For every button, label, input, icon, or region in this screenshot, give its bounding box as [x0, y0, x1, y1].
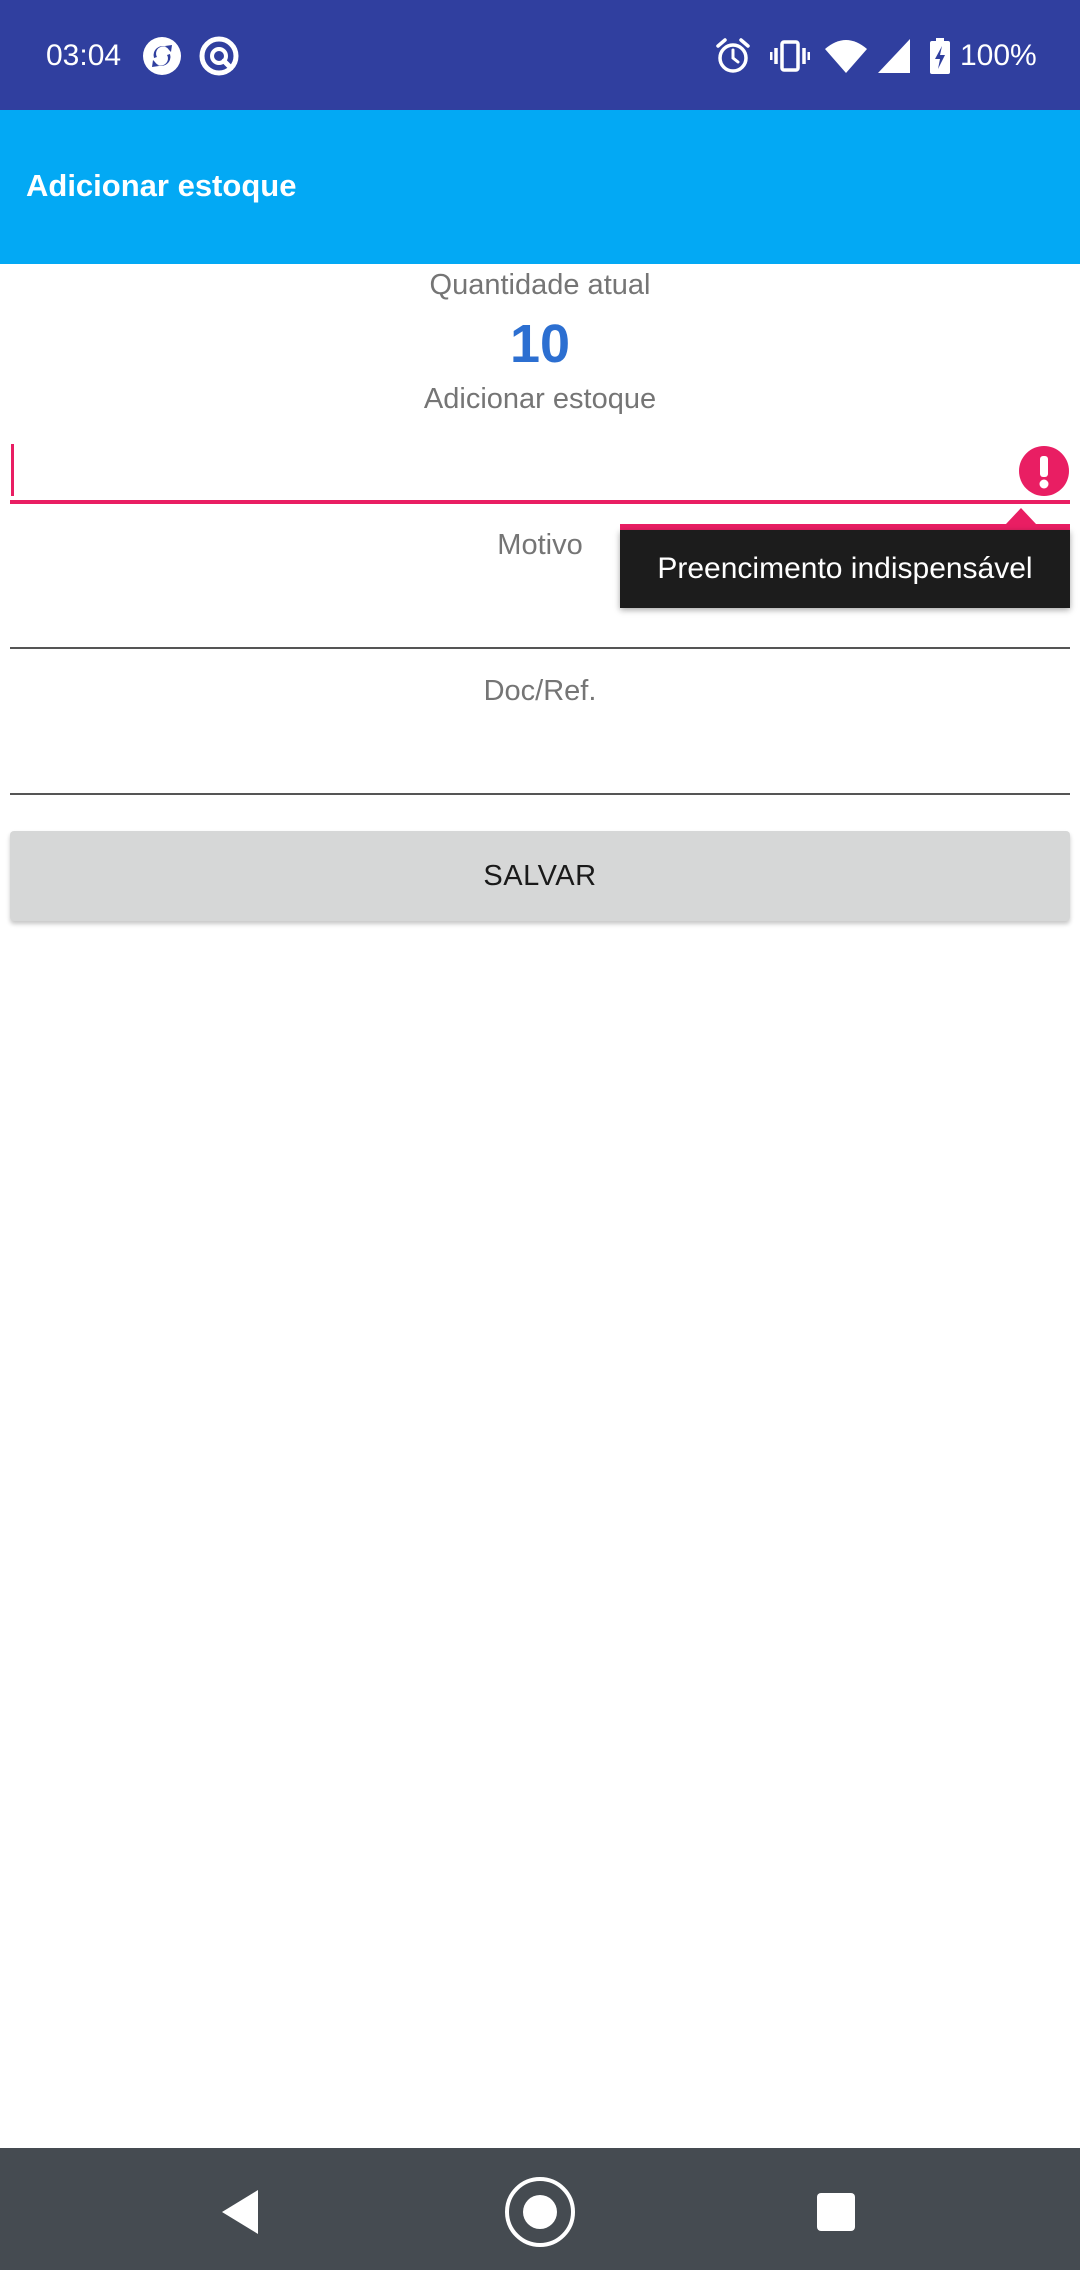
page-title: Adicionar estoque [26, 168, 297, 203]
home-icon[interactable] [500, 2172, 580, 2252]
battery-charging-icon [930, 38, 950, 74]
add-stock-underline [10, 500, 1070, 504]
doc-ref-label: Doc/Ref. [483, 675, 597, 707]
app-sync-icon [143, 37, 181, 75]
save-button[interactable]: SALVAR [10, 831, 1070, 921]
reason-underline [10, 647, 1070, 649]
cell-signal-icon [878, 39, 910, 73]
vibrate-icon [770, 40, 810, 72]
current-quantity-value: 10 [509, 314, 571, 374]
recents-icon[interactable] [796, 2172, 876, 2252]
app-bar: Adicionar estoque [0, 110, 1080, 264]
app-notification-icon [199, 36, 239, 76]
tooltip-arrow-icon [1006, 508, 1036, 524]
error-icon[interactable] [1018, 445, 1070, 497]
status-time: 03:04 [46, 39, 122, 72]
doc-ref-underline [10, 793, 1070, 795]
current-quantity-label: Quantidade atual [429, 269, 651, 301]
reason-label: Motivo [497, 529, 583, 561]
add-stock-label: Adicionar estoque [423, 383, 657, 415]
battery-percentage: 100% [960, 39, 1037, 72]
text-caret [11, 444, 14, 496]
navigation-bar [0, 2148, 1080, 2270]
wifi-icon [825, 40, 867, 73]
alarm-icon [716, 38, 750, 73]
reason-input[interactable] [10, 578, 1070, 648]
doc-ref-input[interactable] [10, 724, 1070, 794]
back-icon[interactable] [200, 2172, 280, 2252]
status-bar: 03:04 100% [0, 0, 1080, 110]
add-stock-input[interactable] [10, 436, 1070, 506]
